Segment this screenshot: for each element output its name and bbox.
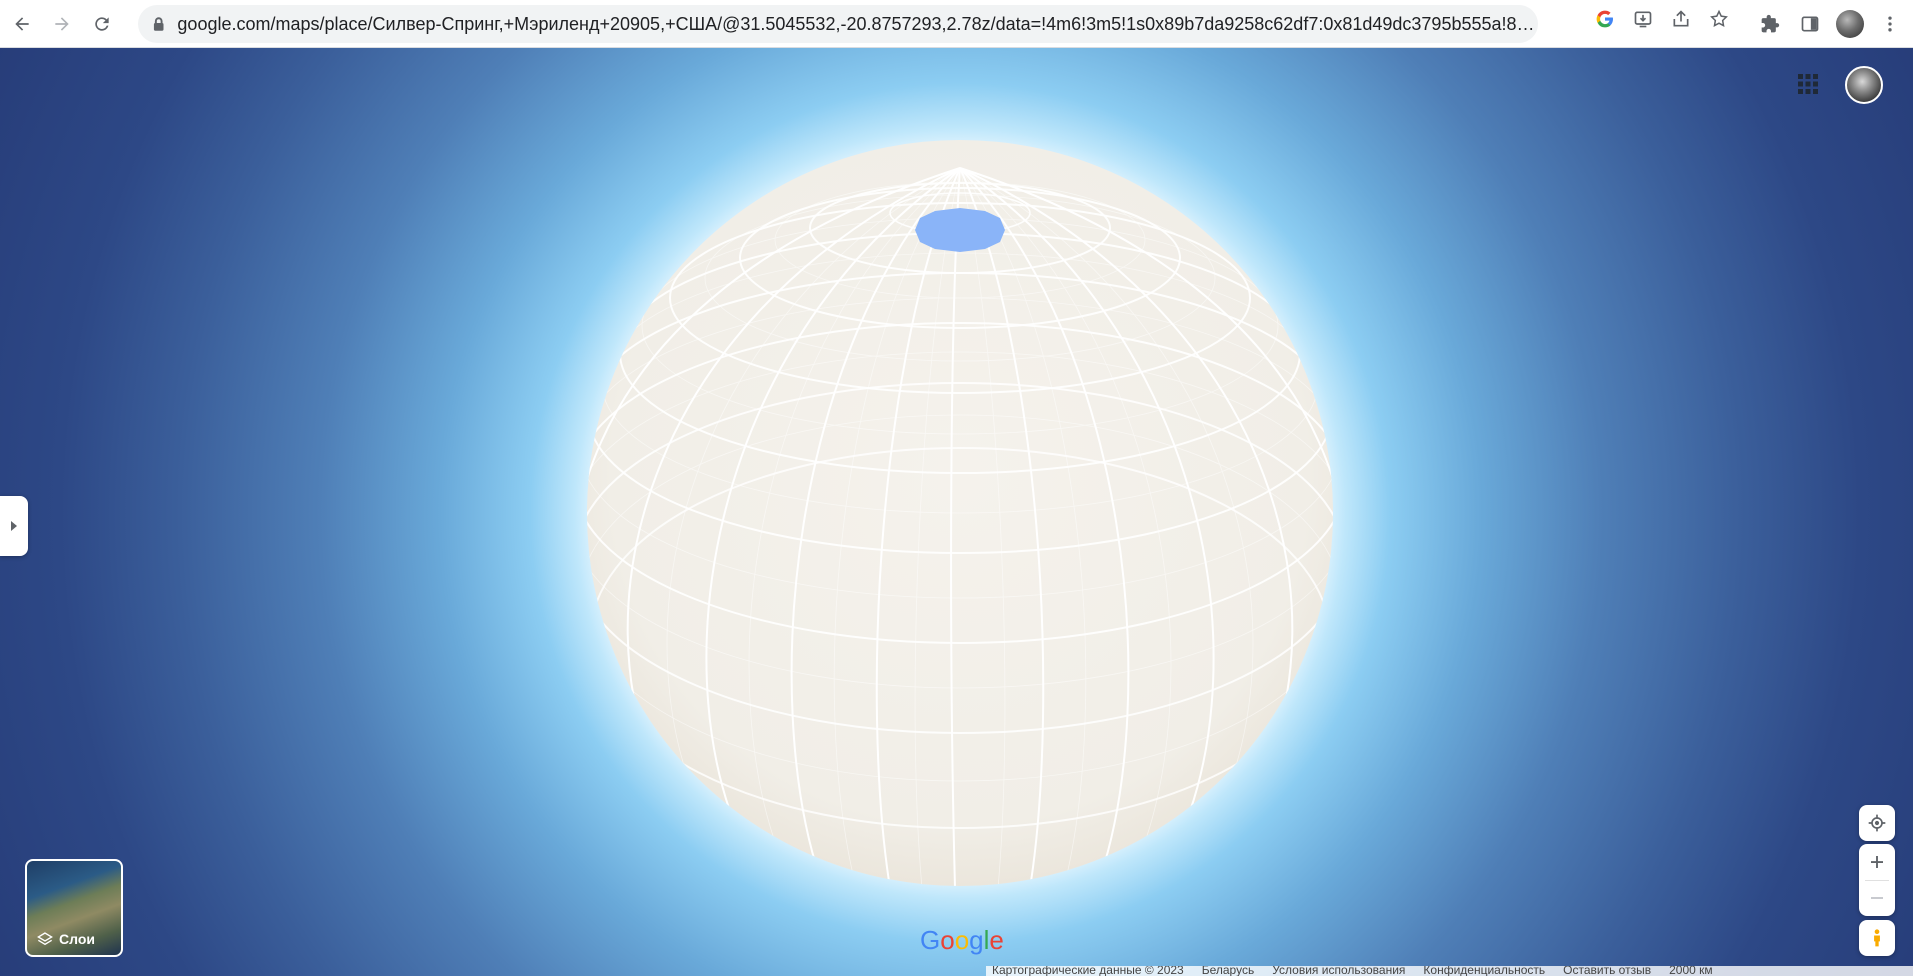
- google-g-icon: [1596, 10, 1613, 28]
- layers-button[interactable]: Слои: [25, 859, 123, 957]
- pegman-icon: [1874, 929, 1880, 947]
- share-button[interactable]: [1662, 0, 1700, 38]
- my-location-button[interactable]: [1859, 805, 1895, 841]
- layers-label-row: Слои: [37, 931, 95, 947]
- chevron-right-icon: [11, 521, 17, 531]
- extensions-button[interactable]: [1750, 4, 1790, 44]
- crosshair-icon: [1868, 814, 1886, 832]
- puzzle-icon: [1761, 14, 1780, 33]
- side-panel-icon: [1801, 16, 1819, 32]
- google-logo-letter: o: [940, 925, 955, 955]
- google-lens-button[interactable]: [1586, 0, 1624, 38]
- google-logo-letter: o: [954, 925, 970, 955]
- install-app-button[interactable]: [1624, 0, 1662, 38]
- zoom-control: [1859, 844, 1895, 916]
- lock-icon[interactable]: [152, 16, 165, 32]
- google-logo-letter: e: [989, 925, 1004, 955]
- install-app-icon: [1634, 11, 1652, 28]
- account-avatar[interactable]: [1845, 66, 1883, 104]
- browser-menu-button[interactable]: [1870, 4, 1910, 44]
- google-logo-letter: g: [969, 925, 984, 955]
- reload-icon: [95, 16, 109, 31]
- google-logo: Google: [920, 925, 1004, 956]
- url-text[interactable]: google.com/maps/place/Силвер-Спринг,+Мэр…: [177, 14, 1538, 35]
- privacy-link[interactable]: Конфиденциальность: [1423, 966, 1545, 976]
- plus-icon: [1871, 856, 1883, 868]
- back-button[interactable]: [4, 6, 40, 42]
- zoom-divider: [1865, 880, 1889, 881]
- profile-avatar: [1836, 10, 1864, 38]
- polar-water: [915, 208, 1005, 252]
- browser-toolbar: google.com/maps/place/Силвер-Спринг,+Мэр…: [0, 0, 1913, 48]
- street-view-pegman-button[interactable]: [1859, 920, 1895, 956]
- globe[interactable]: [0, 48, 1913, 976]
- google-apps-button[interactable]: [1790, 66, 1826, 102]
- expand-side-panel-button[interactable]: [0, 496, 28, 556]
- bookmark-button[interactable]: [1700, 0, 1738, 38]
- zoom-in-button[interactable]: [1859, 844, 1895, 880]
- terms-link[interactable]: Условия использования: [1272, 966, 1405, 976]
- scale-label[interactable]: 2000 км: [1669, 966, 1713, 976]
- share-icon: [1673, 10, 1689, 27]
- feedback-link[interactable]: Оставить отзыв: [1563, 966, 1651, 976]
- address-bar[interactable]: google.com/maps/place/Силвер-Спринг,+Мэр…: [138, 5, 1538, 43]
- profile-button[interactable]: [1830, 4, 1870, 44]
- map-canvas[interactable]: Слои Google Картографические данные © 20…: [0, 48, 1913, 976]
- star-icon: [1710, 9, 1728, 27]
- forward-button[interactable]: [44, 6, 80, 42]
- back-arrow-icon: [15, 16, 29, 31]
- google-logo-letter: G: [920, 925, 941, 955]
- layers-label: Слои: [59, 931, 95, 947]
- map-footer: Картографические данные © 2023 Беларусь …: [986, 966, 1913, 976]
- kebab-menu-icon: [1888, 16, 1892, 32]
- map-data-credit[interactable]: Картографические данные © 2023: [992, 966, 1184, 976]
- apps-grid-icon: [1798, 74, 1818, 94]
- layers-icon: [37, 932, 53, 946]
- country-link[interactable]: Беларусь: [1202, 966, 1254, 976]
- forward-arrow-icon: [55, 16, 69, 31]
- reload-button[interactable]: [84, 6, 120, 42]
- minus-icon: [1871, 897, 1883, 899]
- zoom-out-button[interactable]: [1859, 880, 1895, 916]
- side-panel-button[interactable]: [1790, 4, 1830, 44]
